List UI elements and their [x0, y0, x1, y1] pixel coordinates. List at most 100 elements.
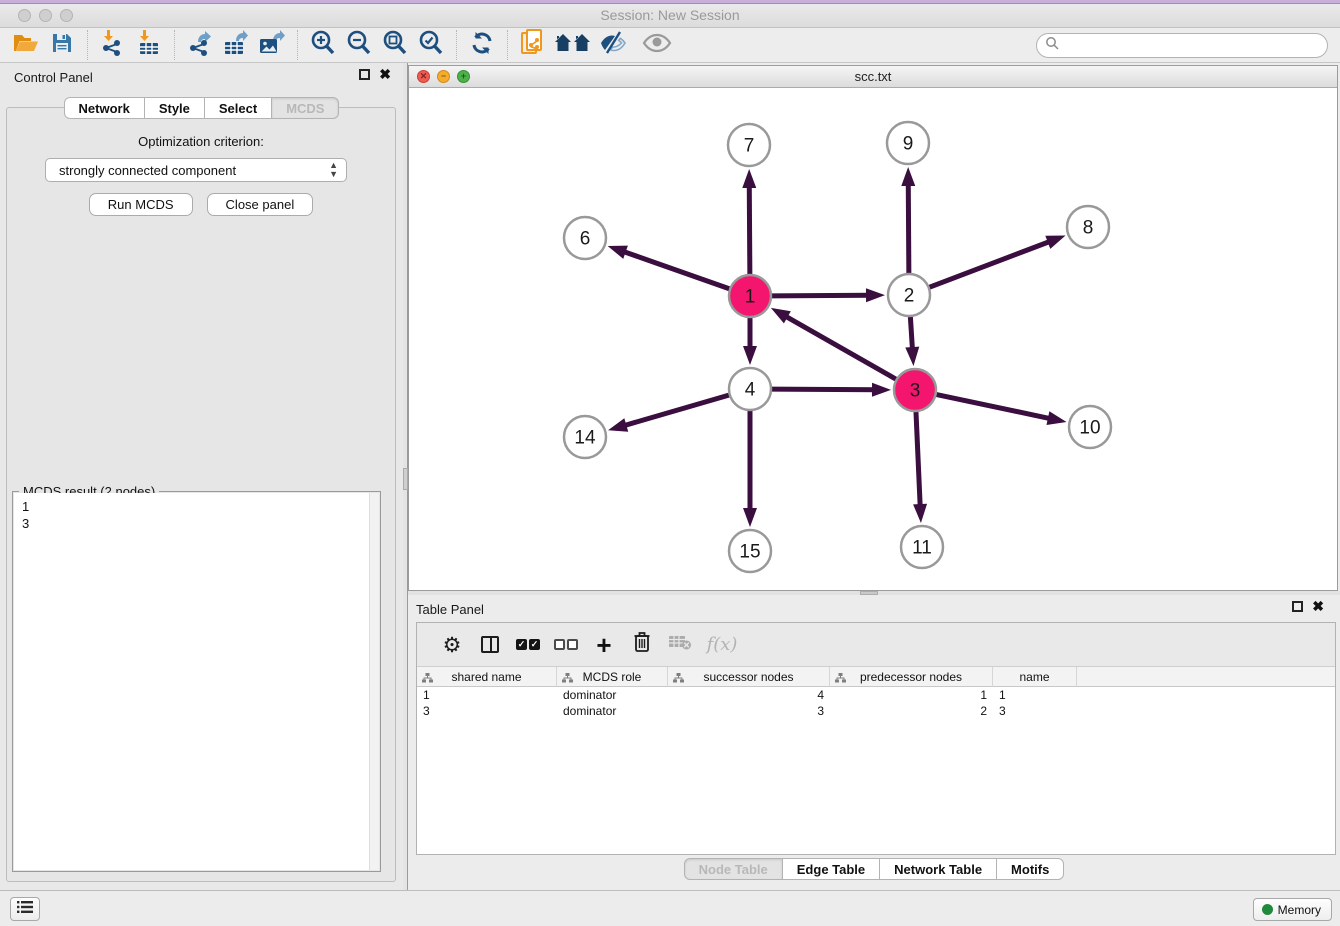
create-column-button[interactable]: +: [585, 627, 623, 663]
tab-mcds[interactable]: MCDS: [271, 97, 339, 119]
edge-arrowhead-2-to-9: [901, 167, 915, 186]
apply-layout-button[interactable]: [464, 29, 500, 61]
save-floppy-icon: [51, 32, 73, 59]
edge-3-to-10[interactable]: [937, 395, 1053, 420]
tab-network[interactable]: Network: [64, 97, 145, 119]
edge-1-to-6[interactable]: [621, 251, 729, 289]
toolbar-separator: [456, 30, 457, 60]
show-task-history-button[interactable]: [10, 897, 40, 921]
open-session-button[interactable]: [8, 29, 44, 61]
memory-label: Memory: [1278, 903, 1321, 917]
column-header-label: successor nodes: [703, 670, 793, 684]
mcds-result-textarea[interactable]: 1 3: [14, 493, 379, 870]
network-window-titlebar[interactable]: ✕ − + scc.txt: [409, 66, 1337, 88]
status-bar: Memory: [0, 890, 1340, 926]
node-table-container: ⚙ ✓✓ + f(x) shared nameMCDS rolesucces: [416, 622, 1336, 855]
edge-4-to-3[interactable]: [772, 389, 877, 390]
zoom-in-button[interactable]: [305, 29, 341, 61]
table-cell[interactable]: dominator: [557, 687, 668, 703]
open-folder-icon: [13, 32, 39, 59]
export-table-button[interactable]: [218, 29, 254, 61]
delete-table-icon: [668, 633, 692, 656]
tab-network-table[interactable]: Network Table: [879, 858, 997, 880]
optimization-criterion-select[interactable]: strongly connected component ▲▼: [45, 158, 347, 182]
column-header-name[interactable]: name: [993, 667, 1077, 687]
edge-arrowhead-4-to-14: [608, 418, 628, 431]
hide-graphics-details-button[interactable]: [595, 29, 631, 61]
edge-arrowhead-2-to-8: [1045, 236, 1065, 249]
column-header-predecessor-nodes[interactable]: predecessor nodes: [830, 667, 993, 687]
edge-2-to-8[interactable]: [930, 240, 1053, 287]
edge-3-to-1[interactable]: [783, 315, 896, 379]
float-panel-icon[interactable]: [359, 69, 370, 80]
edge-arrowhead-1-to-2: [866, 288, 885, 302]
table-settings-button[interactable]: ⚙: [433, 627, 471, 663]
table-cell[interactable]: 3: [993, 703, 1077, 719]
search-input[interactable]: [1064, 36, 1327, 56]
result-scrollbar[interactable]: [369, 493, 379, 870]
edge-2-to-3[interactable]: [910, 317, 912, 352]
manage-networks-button[interactable]: [515, 29, 551, 61]
tab-node-table[interactable]: Node Table: [684, 858, 783, 880]
node-label-11: 11: [912, 538, 932, 559]
export-network-button[interactable]: [182, 29, 218, 61]
zoom-fit-button[interactable]: [377, 29, 413, 61]
column-header-MCDS-role[interactable]: MCDS role: [557, 667, 668, 687]
show-graphics-details-button[interactable]: [639, 29, 675, 61]
memory-button[interactable]: Memory: [1253, 898, 1332, 921]
home-button[interactable]: [551, 29, 595, 61]
float-panel-icon[interactable]: [1292, 601, 1303, 612]
zoom-fit-icon: [382, 30, 408, 61]
table-cell[interactable]: 4: [668, 687, 830, 703]
search-field[interactable]: [1036, 33, 1328, 58]
delete-column-button[interactable]: [623, 627, 661, 663]
memory-status-icon: [1262, 904, 1273, 915]
edge-3-to-11[interactable]: [916, 412, 920, 509]
tab-edge-table[interactable]: Edge Table: [782, 858, 880, 880]
edge-1-to-7[interactable]: [749, 183, 750, 274]
node-label-3: 3: [910, 381, 921, 402]
network-graph: 1234678910111415: [409, 88, 1337, 590]
function-builder-button[interactable]: f(x): [699, 627, 745, 663]
import-network-button[interactable]: [95, 29, 131, 61]
tab-style[interactable]: Style: [144, 97, 205, 119]
eye-icon: [642, 32, 672, 59]
export-image-icon: [259, 30, 285, 61]
table-cell[interactable]: 3: [668, 703, 830, 719]
run-mcds-button[interactable]: Run MCDS: [89, 193, 193, 216]
toolbar-separator: [297, 30, 298, 60]
table-cell[interactable]: dominator: [557, 703, 668, 719]
table-cell[interactable]: 1: [417, 687, 557, 703]
table-cell[interactable]: 1: [830, 687, 993, 703]
save-session-button[interactable]: [44, 29, 80, 61]
export-image-button[interactable]: [254, 29, 290, 61]
table-row[interactable]: 1dominator411: [417, 687, 1335, 703]
import-table-button[interactable]: [131, 29, 167, 61]
gear-icon: ⚙: [443, 633, 462, 657]
network-canvas[interactable]: 1234678910111415: [409, 88, 1337, 590]
tab-select[interactable]: Select: [204, 97, 272, 119]
zoom-selected-button[interactable]: [413, 29, 449, 61]
column-header-successor-nodes[interactable]: successor nodes: [668, 667, 830, 687]
edge-2-to-9[interactable]: [908, 181, 909, 273]
node-label-14: 14: [574, 428, 596, 449]
delete-table-button[interactable]: [661, 627, 699, 663]
refresh-icon: [469, 30, 495, 61]
attribute-type-icon: [673, 672, 684, 686]
toggle-split-view-button[interactable]: [471, 627, 509, 663]
edge-1-to-2[interactable]: [772, 295, 871, 296]
table-cell[interactable]: 3: [417, 703, 557, 719]
select-all-button[interactable]: ✓✓: [509, 627, 547, 663]
tab-motifs[interactable]: Motifs: [996, 858, 1064, 880]
table-row[interactable]: 3dominator323: [417, 703, 1335, 719]
table-cell[interactable]: 2: [830, 703, 993, 719]
close-panel-icon[interactable]: ✖: [379, 69, 391, 80]
zoom-out-button[interactable]: [341, 29, 377, 61]
table-cell[interactable]: 1: [993, 687, 1077, 703]
close-panel-button[interactable]: Close panel: [207, 193, 314, 216]
deselect-all-button[interactable]: [547, 627, 585, 663]
toolbar-separator: [87, 30, 88, 60]
close-panel-icon[interactable]: ✖: [1312, 601, 1324, 612]
edge-4-to-14[interactable]: [621, 395, 728, 426]
column-header-shared-name[interactable]: shared name: [417, 667, 557, 687]
